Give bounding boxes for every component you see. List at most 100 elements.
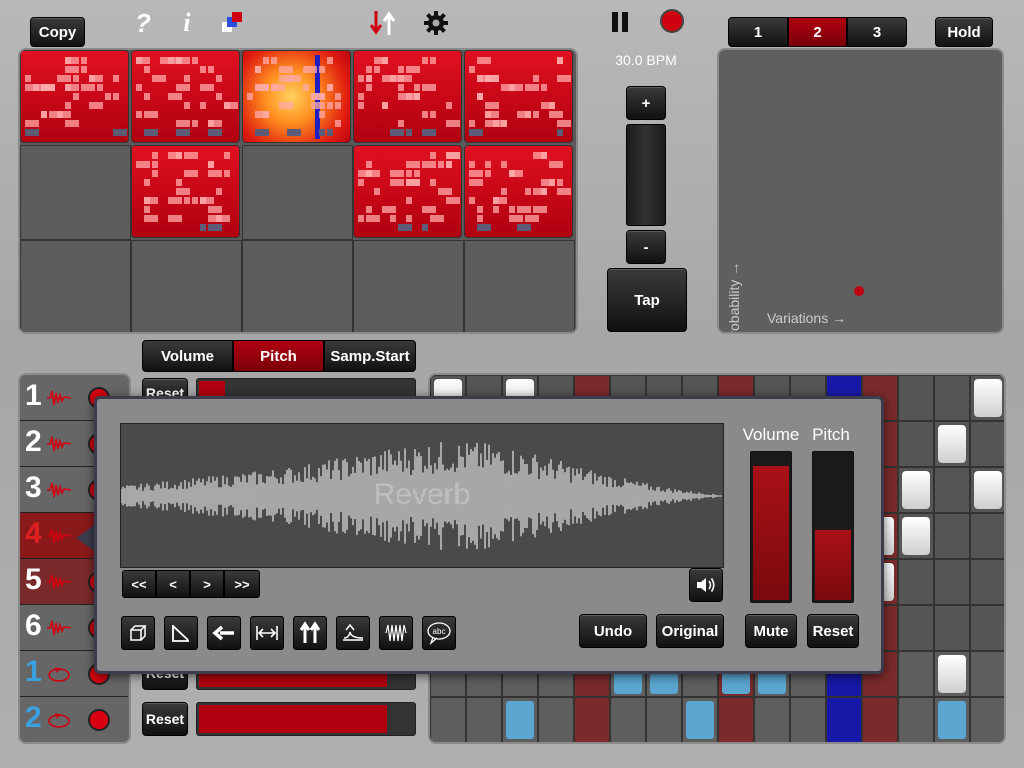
step-cell[interactable] [898, 513, 934, 559]
tab-volume[interactable]: Volume [142, 340, 233, 372]
step-cell[interactable] [682, 697, 718, 742]
speaker-button[interactable] [689, 568, 723, 602]
pitch-meter[interactable] [812, 451, 854, 603]
step-cell[interactable] [898, 651, 934, 697]
clip-pattern-block [144, 197, 158, 204]
tap-tempo-button[interactable]: Tap [607, 268, 687, 332]
pause-icon[interactable] [610, 12, 630, 34]
stretch-tool-button[interactable] [250, 616, 284, 650]
step-cell[interactable] [502, 697, 538, 742]
track-8-reset-button[interactable]: Reset [142, 702, 188, 736]
info-icon[interactable]: i [174, 8, 200, 38]
step-cell[interactable] [898, 697, 934, 742]
step-cell[interactable] [970, 605, 1004, 651]
scene-3-button[interactable]: 3 [847, 17, 907, 47]
step-cell[interactable] [970, 559, 1004, 605]
empty-clip-slot[interactable] [464, 240, 575, 332]
step-cell[interactable] [970, 651, 1004, 697]
step-cell[interactable] [970, 697, 1004, 742]
step-cell[interactable] [430, 697, 466, 742]
step-cell[interactable] [466, 697, 502, 742]
step-cell[interactable] [934, 513, 970, 559]
tempo-plus-button[interactable]: + [626, 86, 666, 120]
step-cell[interactable] [934, 467, 970, 513]
step-cell[interactable] [790, 697, 826, 742]
fade-tool-button[interactable] [164, 616, 198, 650]
gear-icon[interactable] [422, 9, 450, 37]
clip-slot[interactable] [131, 145, 240, 238]
undo-button[interactable]: Undo [579, 614, 647, 648]
step-cell[interactable] [610, 697, 646, 742]
nav-prev-button[interactable]: < [156, 570, 190, 598]
step-cell[interactable] [898, 375, 934, 421]
abc-speech-tool-button[interactable]: abc [422, 616, 456, 650]
clip-slot[interactable] [20, 50, 129, 143]
empty-clip-slot[interactable] [131, 240, 242, 332]
empty-clip-slot[interactable] [20, 145, 131, 240]
waveform-tool-button[interactable] [379, 616, 413, 650]
tempo-minus-button[interactable]: - [626, 230, 666, 264]
step-cell[interactable] [862, 697, 898, 742]
copy-button[interactable]: Copy [30, 17, 85, 47]
tab-pitch[interactable]: Pitch [233, 340, 324, 372]
step-cell[interactable] [934, 421, 970, 467]
step-cell[interactable] [898, 467, 934, 513]
layers-icon[interactable] [222, 12, 246, 36]
xy-pad[interactable]: Probability → Variations → [717, 48, 1004, 334]
sort-arrows-icon[interactable] [368, 8, 398, 38]
cube-tool-button[interactable] [121, 616, 155, 650]
step-cell[interactable] [646, 697, 682, 742]
record-icon[interactable] [660, 9, 684, 33]
step-cell[interactable] [970, 375, 1004, 421]
scene-1-button[interactable]: 1 [728, 17, 788, 47]
mute-button[interactable]: Mute [745, 614, 797, 648]
track-record-button[interactable] [88, 709, 110, 731]
help-icon[interactable]: ? [130, 8, 156, 38]
track-row[interactable]: 2 [20, 697, 128, 742]
clip-slot[interactable] [353, 50, 462, 143]
nav-last-button[interactable]: >> [224, 570, 260, 598]
step-cell[interactable] [898, 605, 934, 651]
clip-pattern-block [541, 84, 547, 91]
step-cell[interactable] [970, 421, 1004, 467]
double-arrow-tool-button[interactable] [293, 616, 327, 650]
original-button[interactable]: Original [656, 614, 724, 648]
waveform-display[interactable]: Reverb [120, 423, 724, 568]
xy-pad-cursor[interactable] [854, 286, 864, 296]
tempo-slider[interactable] [626, 124, 666, 226]
clip-slot[interactable] [242, 50, 351, 143]
step-cell[interactable] [898, 559, 934, 605]
step-cell[interactable] [898, 421, 934, 467]
step-cell[interactable] [718, 697, 754, 742]
step-cell[interactable] [970, 513, 1004, 559]
step-cell[interactable] [934, 559, 970, 605]
step-cell[interactable] [826, 697, 862, 742]
step-cell[interactable] [934, 651, 970, 697]
step-cell[interactable] [754, 697, 790, 742]
scene-2-button[interactable]: 2 [788, 17, 847, 47]
empty-clip-slot[interactable] [353, 240, 464, 332]
step-cell[interactable] [934, 375, 970, 421]
step-cell[interactable] [538, 697, 574, 742]
clip-slot[interactable] [131, 50, 240, 143]
reverse-tool-button[interactable] [207, 616, 241, 650]
empty-clip-slot[interactable] [242, 240, 353, 332]
hold-button[interactable]: Hold [935, 17, 993, 47]
empty-clip-slot[interactable] [20, 240, 131, 332]
clip-slot[interactable] [353, 145, 462, 238]
step-cell[interactable] [970, 467, 1004, 513]
step-cell[interactable] [934, 697, 970, 742]
envelope-tool-button[interactable] [336, 616, 370, 650]
track-8-param-bar[interactable] [196, 702, 416, 736]
tab-samp-start[interactable]: Samp.Start [324, 340, 416, 372]
volume-meter[interactable] [750, 451, 792, 603]
nav-next-button[interactable]: > [190, 570, 224, 598]
pitch-reset-button[interactable]: Reset [807, 614, 859, 648]
empty-clip-slot[interactable] [242, 145, 353, 240]
clip-pattern-block [493, 197, 499, 204]
nav-first-button[interactable]: << [122, 570, 156, 598]
clip-slot[interactable] [464, 50, 573, 143]
step-cell[interactable] [934, 605, 970, 651]
clip-slot[interactable] [464, 145, 573, 238]
step-cell[interactable] [574, 697, 610, 742]
